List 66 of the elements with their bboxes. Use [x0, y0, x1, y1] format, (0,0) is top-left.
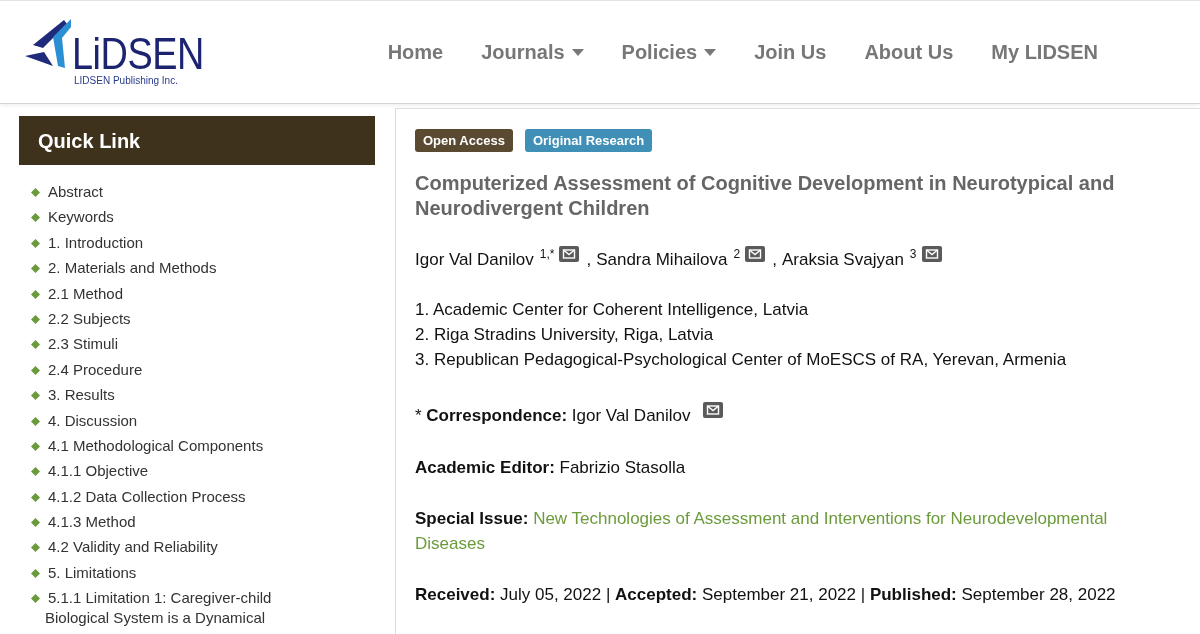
diamond-bullet-icon	[31, 594, 40, 604]
affiliation-mark: 1,*	[539, 247, 555, 261]
special-issue-text: Special Issue: New Technologies of Assessment and Interventions for Neurodevelopmental Diseases	[415, 508, 1109, 555]
nav-link[interactable]: My LIDSEN	[991, 40, 1098, 64]
sidebar-link[interactable]: 5. Limitations	[31, 562, 137, 583]
quick-link-header: Quick Link	[19, 116, 375, 165]
diamond-bullet-icon	[31, 391, 40, 401]
diamond-bullet-icon	[31, 568, 40, 578]
sidebar-link[interactable]: Abstract	[31, 182, 104, 202]
diamond-bullet-icon	[31, 188, 40, 197]
mail-icon[interactable]	[745, 246, 766, 262]
sidebar-link[interactable]: 1. Introduction	[31, 232, 144, 253]
diamond-bullet-icon	[31, 441, 40, 451]
sidebar-link[interactable]: 2.1 Method	[31, 283, 124, 304]
diamond-bullet-icon	[31, 238, 40, 248]
article-badge: Open Access	[415, 129, 513, 152]
sidebar-link[interactable]: 4.1.3 Method	[31, 512, 136, 533]
nav-link[interactable]: Home	[387, 40, 444, 64]
mail-icon[interactable]	[559, 246, 580, 262]
sidebar-link[interactable]: 2. Materials and Methods	[31, 258, 217, 279]
diamond-bullet-icon	[31, 314, 40, 324]
diamond-bullet-icon	[31, 365, 40, 375]
diamond-bullet-icon	[31, 518, 40, 528]
diamond-bullet-icon	[31, 213, 40, 223]
article-title: Computerized Assessment of Cognitive Development in Neurotypical and Neurodivergent Children	[415, 171, 1116, 221]
diamond-bullet-icon	[31, 492, 40, 502]
sidebar-link[interactable]: 2.4 Procedure	[31, 359, 143, 380]
diamond-bullet-icon	[31, 264, 40, 274]
sidebar-link[interactable]: 2.2 Subjects	[31, 308, 131, 329]
sidebar-link[interactable]: 4.1 Methodological Components	[31, 435, 264, 456]
publication-dates: Received: July 05, 2022 | Accepted: September 21, 2022 | Published: September 28, 2022	[415, 585, 1116, 604]
mail-icon[interactable]	[702, 402, 723, 418]
sidebar-link[interactable]: 5.1.1 Limitation 1: Caregiver-child Biological System is a Dynamical	[31, 588, 300, 629]
nav-link[interactable]: Policies	[621, 40, 717, 64]
correspondence-text: *Correspondence: Igor Val Danilov	[415, 406, 691, 425]
sidebar-link[interactable]: 4.1.2 Data Collection Process	[31, 486, 246, 507]
affiliation-mark: 3	[909, 247, 917, 261]
nav-link[interactable]: About Us	[864, 40, 954, 64]
nav-link[interactable]: Journals	[481, 40, 584, 64]
sidebar-link[interactable]: 4. Discussion	[31, 410, 138, 431]
author-name: Araksia Svajyan	[781, 250, 904, 269]
comma: ,	[772, 250, 777, 269]
diamond-bullet-icon	[31, 289, 40, 299]
sidebar-link[interactable]: 3. Results	[31, 385, 115, 406]
logo-tagline: LIDSEN Publishing Inc.	[74, 75, 179, 87]
affiliation-text: 2. Riga Stradins University, Riga, Latvia	[415, 324, 714, 346]
sidebar-link[interactable]: Keywords	[31, 207, 114, 228]
chevron-logo-icon	[24, 17, 72, 69]
nav-link[interactable]: Join Us	[754, 40, 827, 64]
affiliation-text: 3. Republican Pedagogical-Psychological Center of MoESCS of RA, Yerevan, Armenia	[415, 349, 1067, 371]
comma: ,	[586, 250, 592, 269]
logo-wordmark: LiDSEN	[72, 35, 204, 73]
article-badge: Original Research	[524, 129, 653, 152]
diamond-bullet-icon	[31, 543, 40, 553]
diamond-bullet-icon	[31, 467, 40, 477]
mail-icon[interactable]	[921, 246, 942, 262]
sidebar-link[interactable]: 4.2 Validity and Reliability	[31, 537, 218, 558]
author-name: Sandra Mihailova	[596, 250, 728, 269]
affiliation-mark: 2	[733, 247, 741, 261]
sidebar-link[interactable]: 4.1.1 Objective	[31, 461, 149, 482]
diamond-bullet-icon	[31, 416, 40, 426]
sidebar-link[interactable]: 2.3 Stimuli	[31, 334, 119, 355]
academic-editor-text: Academic Editor: Fabrizio Stasolla	[415, 458, 686, 477]
affiliation-text: 1. Academic Center for Coherent Intelligence, Latvia	[415, 299, 809, 321]
diamond-bullet-icon	[31, 340, 40, 350]
author-name: Igor Val Danilov	[415, 250, 534, 269]
